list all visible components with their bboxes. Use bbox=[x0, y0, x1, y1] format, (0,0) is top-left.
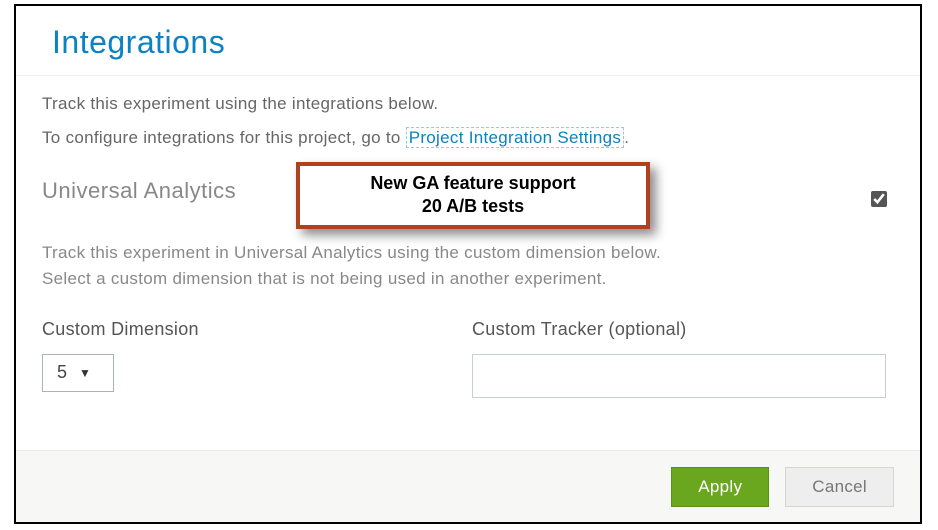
custom-dimension-select[interactable]: 5 ▼ bbox=[42, 354, 114, 392]
callout-annotation: New GA feature support 20 A/B tests bbox=[296, 162, 650, 229]
custom-dimension-value: 5 bbox=[57, 362, 67, 383]
custom-dimension-label: Custom Dimension bbox=[42, 319, 464, 340]
universal-analytics-toggle[interactable] bbox=[871, 191, 887, 207]
cancel-button[interactable]: Cancel bbox=[785, 467, 894, 507]
page-title: Integrations bbox=[52, 24, 884, 61]
section-desc-line-2: Select a custom dimension that is not be… bbox=[42, 266, 894, 292]
intro-line-2: To configure integrations for this proje… bbox=[42, 128, 894, 148]
custom-tracker-col: Custom Tracker (optional) bbox=[472, 319, 894, 398]
custom-tracker-input[interactable] bbox=[472, 354, 886, 398]
section-description: Track this experiment in Universal Analy… bbox=[42, 240, 894, 293]
intro-line-1: Track this experiment using the integrat… bbox=[42, 94, 894, 114]
project-integration-settings-link[interactable]: Project Integration Settings bbox=[406, 127, 625, 148]
integrations-panel: Integrations Track this experiment using… bbox=[14, 4, 922, 524]
custom-dimension-col: Custom Dimension 5 ▼ bbox=[42, 319, 464, 398]
callout-line-1: New GA feature support bbox=[308, 172, 638, 195]
chevron-down-icon: ▼ bbox=[79, 366, 91, 380]
form-row: Custom Dimension 5 ▼ Custom Tracker (opt… bbox=[42, 319, 894, 398]
custom-tracker-label: Custom Tracker (optional) bbox=[472, 319, 894, 340]
panel-footer: Apply Cancel bbox=[16, 450, 920, 522]
apply-button[interactable]: Apply bbox=[671, 467, 769, 507]
section-desc-line-1: Track this experiment in Universal Analy… bbox=[42, 240, 894, 266]
intro-text: Track this experiment using the integrat… bbox=[42, 94, 894, 148]
intro-line-2-prefix: To configure integrations for this proje… bbox=[42, 128, 406, 147]
panel-body: Track this experiment using the integrat… bbox=[42, 94, 894, 398]
panel-header: Integrations bbox=[16, 6, 920, 76]
callout-line-2: 20 A/B tests bbox=[308, 195, 638, 218]
section-header-row: Universal Analytics New GA feature suppo… bbox=[42, 172, 894, 232]
section-title-universal-analytics: Universal Analytics bbox=[42, 178, 236, 204]
